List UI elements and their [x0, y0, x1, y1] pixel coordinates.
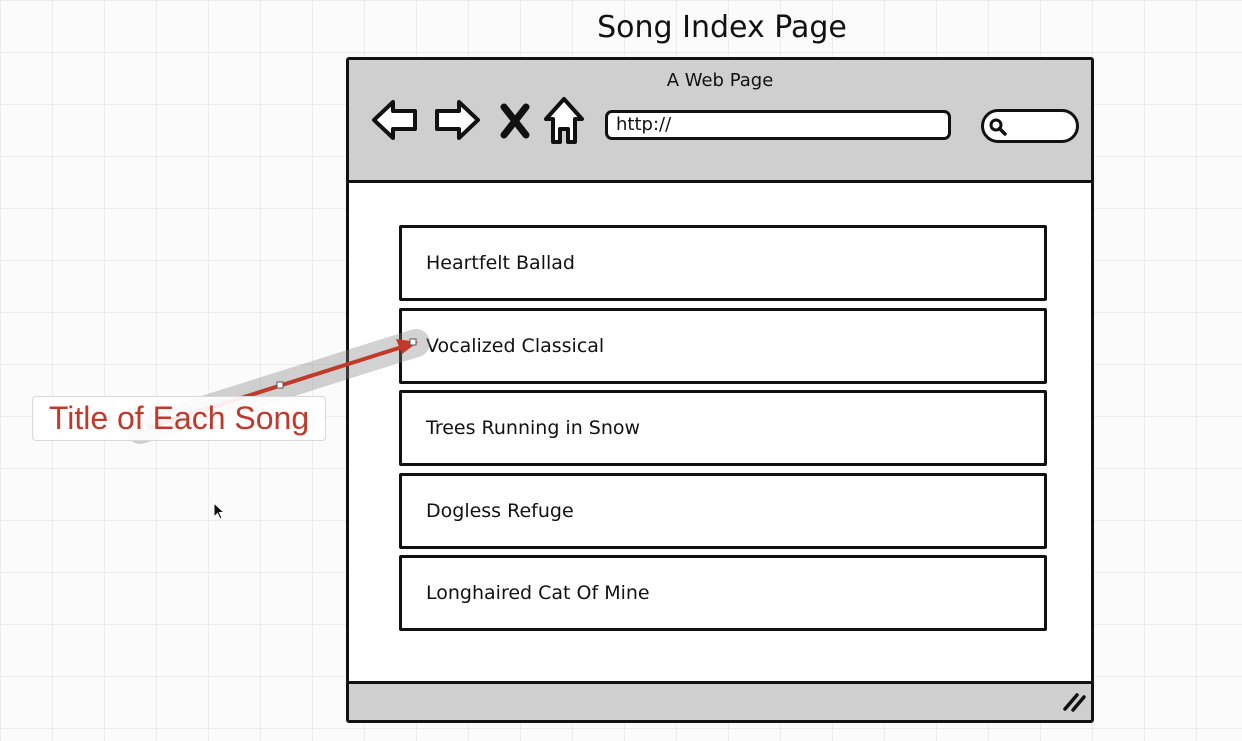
- annotation-label[interactable]: Title of Each Song: [32, 396, 326, 441]
- mouse-pointer-icon: [213, 502, 226, 520]
- annotation-arrow: [126, 329, 430, 444]
